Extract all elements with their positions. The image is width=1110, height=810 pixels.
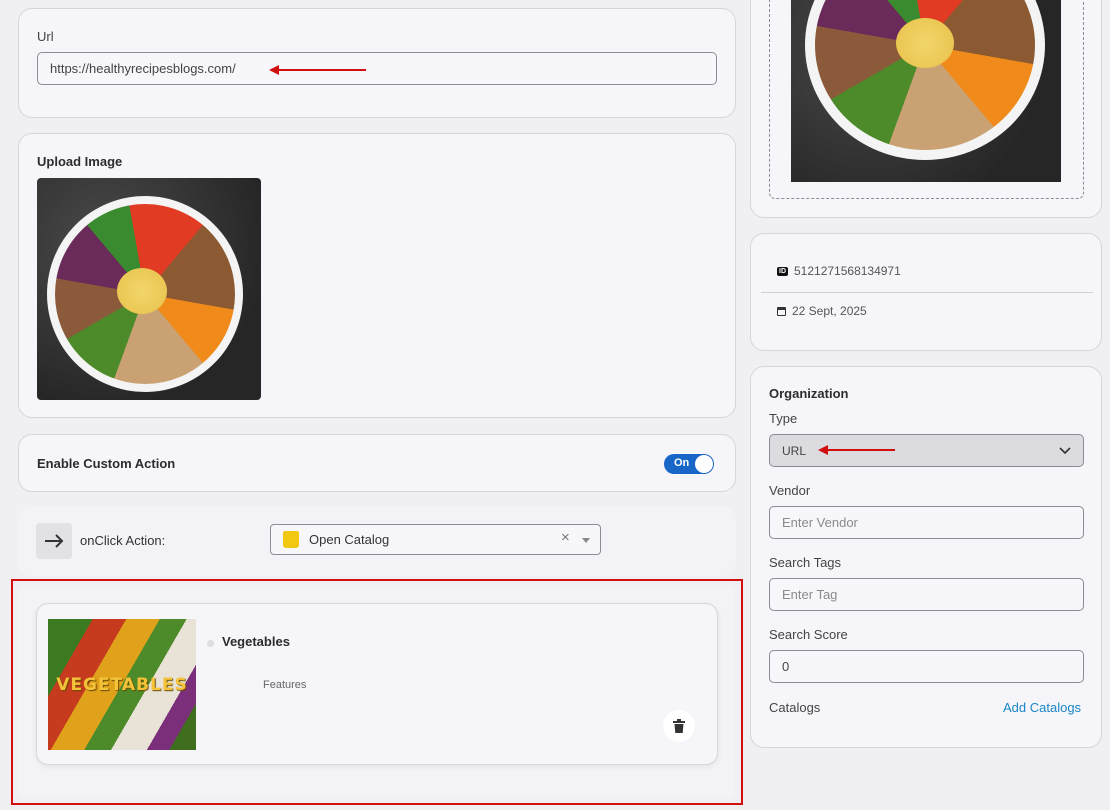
clear-icon[interactable]: × [561,529,570,546]
url-card: Url https://healthyrecipesblogs.com/ [18,8,736,118]
catalog-item-subtitle: Features [263,679,307,691]
meta-divider [761,292,1093,293]
organization-card: Organization Type URL Vendor Search Tags… [750,366,1102,748]
custom-action-label: Enable Custom Action [37,456,176,471]
chevron-down-icon [1059,447,1071,455]
shopping-bag-icon [283,531,299,548]
upload-image-card: Upload Image [18,133,736,418]
id-value: 5121271568134971 [794,264,901,278]
delete-button[interactable] [663,710,695,742]
organization-title: Organization [769,386,849,401]
status-dot-icon [207,640,214,647]
custom-action-card: Enable Custom Action On [18,434,736,492]
custom-action-toggle[interactable]: On [664,454,714,474]
annotation-arrow [269,65,366,75]
preview-image [791,0,1061,182]
upload-image-label: Upload Image [37,154,123,169]
search-tags-input[interactable] [769,578,1084,611]
date-value: 22 Sept, 2025 [792,304,867,318]
type-select[interactable]: URL [769,434,1084,467]
image-preview-card [750,0,1102,218]
onclick-panel: onClick Action: Open Catalog × [18,506,736,576]
url-value: https://healthyrecipesblogs.com/ [50,61,236,76]
type-label: Type [769,411,798,426]
caret-down-icon[interactable] [582,538,590,543]
calendar-icon [777,306,786,316]
date-row: 22 Sept, 2025 [777,304,867,318]
id-icon: ID [777,266,788,276]
toggle-knob [695,455,713,473]
url-input[interactable]: https://healthyrecipesblogs.com/ [37,52,717,85]
catalog-item-image: VEGETABLES [48,619,196,750]
hummus-graphic [117,268,167,314]
onclick-select[interactable]: Open Catalog × [270,524,601,555]
catalogs-label: Catalogs [769,700,821,715]
type-selected-value: URL [782,444,807,458]
meta-card: ID 5121271568134971 22 Sept, 2025 [750,233,1102,351]
id-row: ID 5121271568134971 [777,264,901,278]
trash-icon [673,719,685,733]
onclick-label: onClick Action: [80,533,166,548]
uploaded-image[interactable] [37,178,261,400]
toggle-label: On [674,457,690,469]
vendor-input[interactable] [769,506,1084,539]
search-score-input[interactable] [769,650,1084,683]
annotation-arrow [818,445,895,455]
vendor-label: Vendor [769,483,811,498]
hummus-graphic [896,18,954,68]
dropzone[interactable] [769,0,1084,199]
url-label: Url [37,29,54,44]
catalog-item-title: Vegetables [222,634,290,649]
arrow-right-icon [36,523,72,559]
search-score-label: Search Score [769,627,848,642]
catalog-item-card[interactable]: VEGETABLES Vegetables Features [36,603,718,765]
add-catalogs-link[interactable]: Add Catalogs [1003,700,1081,715]
search-tags-label: Search Tags [769,555,842,570]
onclick-selected-value: Open Catalog [309,532,390,547]
catalog-image-text: VEGETABLES [56,675,188,695]
